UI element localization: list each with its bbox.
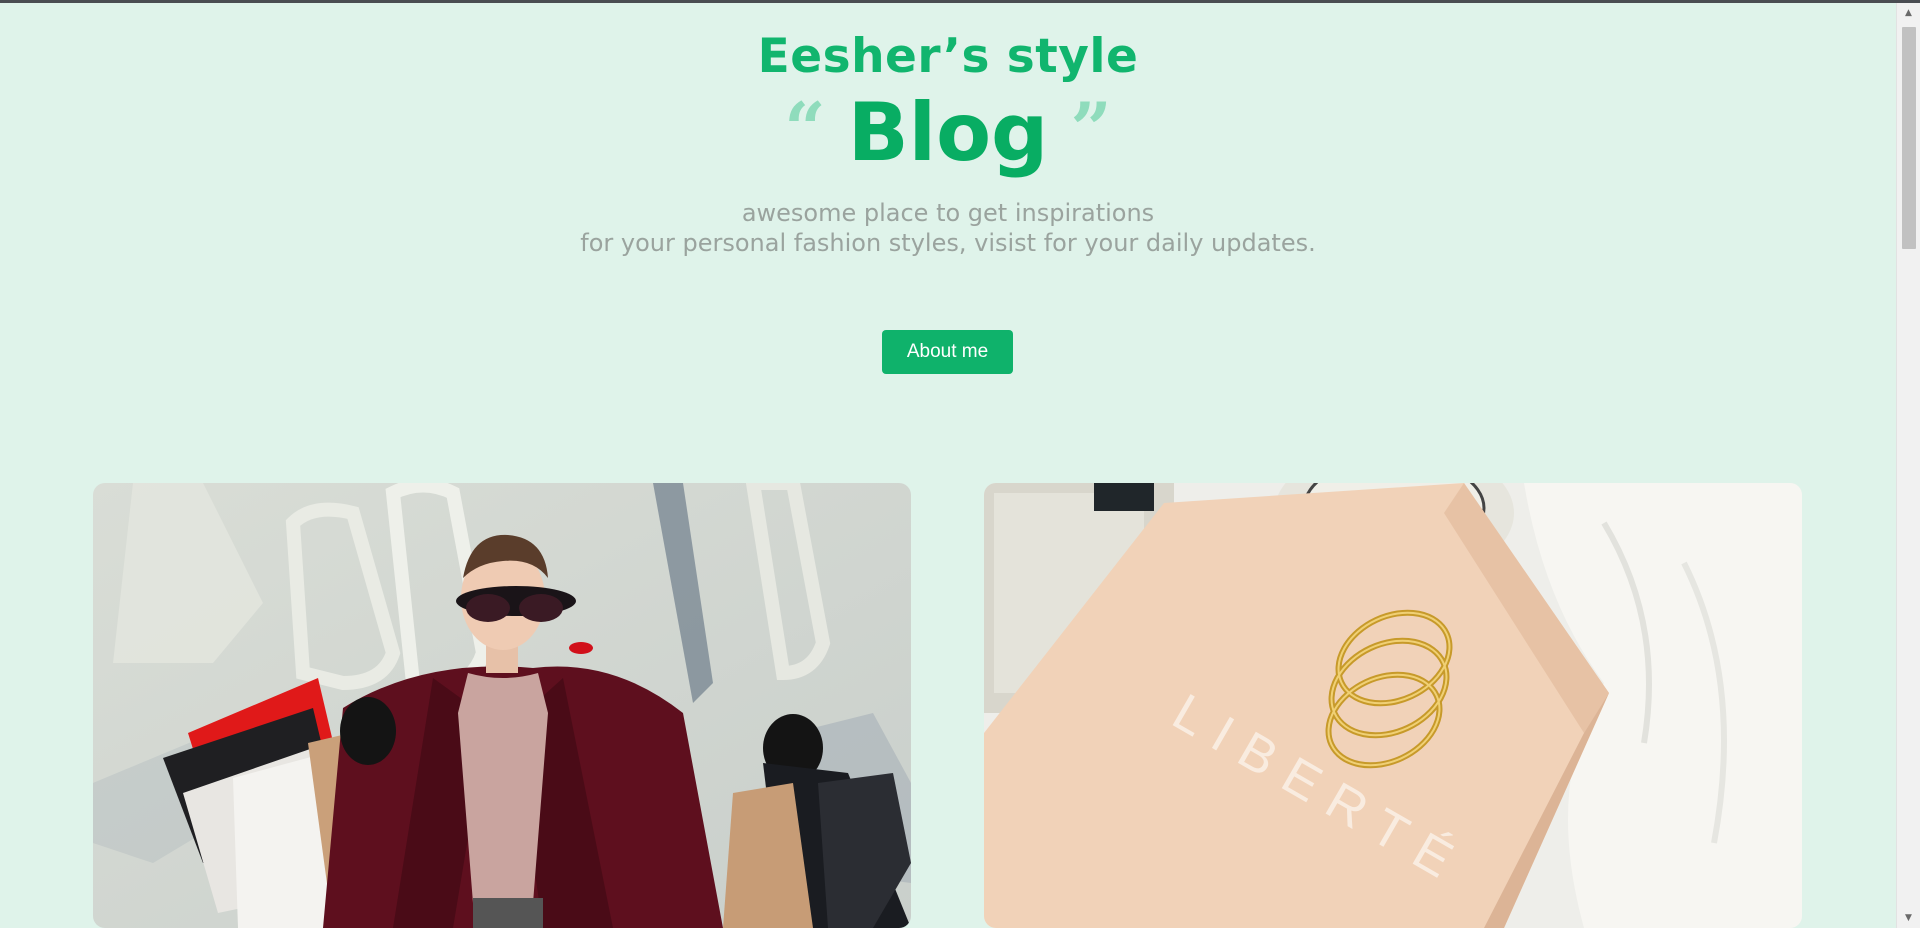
- browser-window: Eesher’s style “ Blog ” awesome place to…: [0, 0, 1920, 928]
- tagline-line-2: for your personal fashion styles, visist…: [580, 229, 1316, 257]
- tagline-line-1: awesome place to get inspirations: [741, 199, 1155, 227]
- liberte-rings-photo: ES LIBERTÉ: [984, 483, 1802, 928]
- blog-card-shopping[interactable]: [93, 483, 911, 928]
- vertical-scrollbar[interactable]: ▲ ▼: [1896, 3, 1920, 928]
- scroll-thumb[interactable]: [1902, 27, 1916, 249]
- blog-page: Eesher’s style “ Blog ” awesome place to…: [0, 3, 1896, 928]
- brand-title: Eesher’s style: [757, 29, 1139, 84]
- shopping-woman-photo: [93, 483, 911, 928]
- blog-card-jewelry[interactable]: ES LIBERTÉ: [984, 483, 1802, 928]
- tagline: awesome place to get inspirations for yo…: [0, 198, 1896, 258]
- scroll-down-arrow-icon[interactable]: ▼: [1897, 908, 1920, 928]
- blog-heading: “ Blog ”: [0, 87, 1896, 179]
- close-quote-icon: ”: [1070, 86, 1112, 171]
- blog-title: Blog: [847, 86, 1049, 179]
- open-quote-icon: “: [784, 86, 826, 171]
- about-me-button[interactable]: About me: [882, 330, 1013, 374]
- scroll-up-arrow-icon[interactable]: ▲: [1897, 3, 1920, 23]
